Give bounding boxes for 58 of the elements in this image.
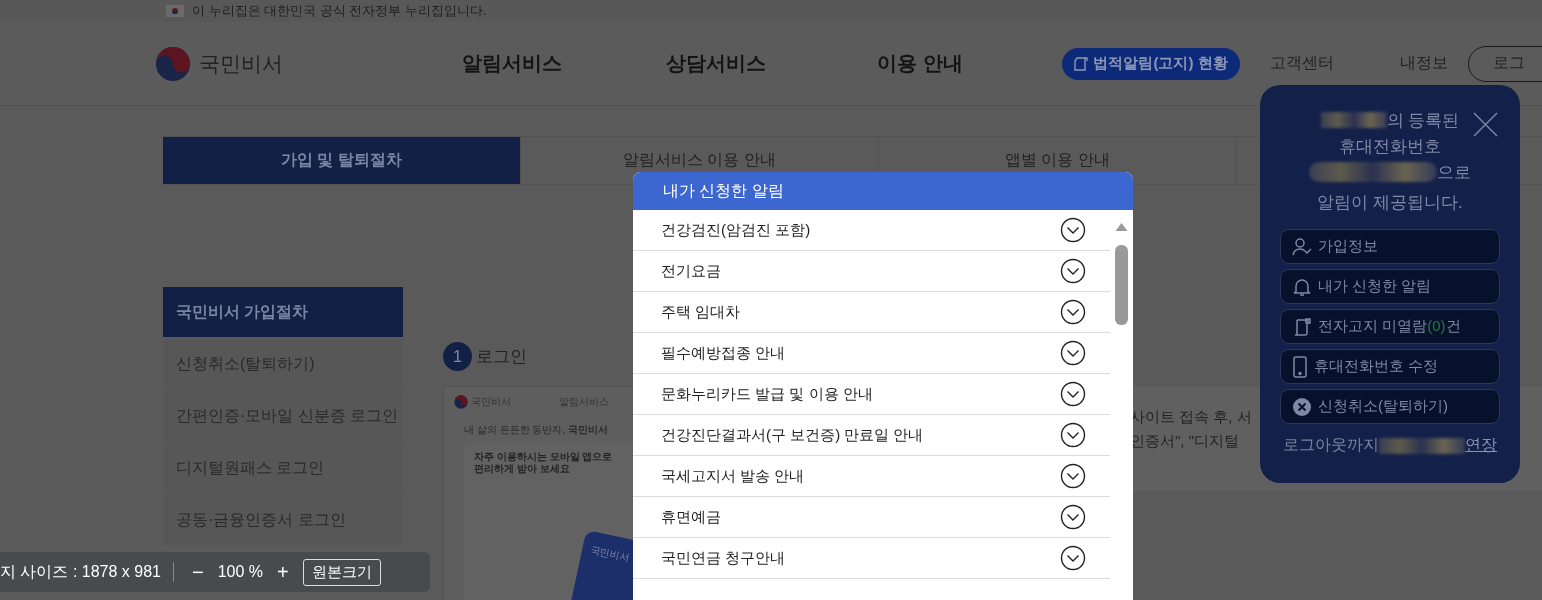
popup-message: 으로 — [1437, 161, 1471, 184]
account-menu-button[interactable]: 전자고지 미열람(0)건 — [1280, 309, 1500, 344]
flag-icon — [166, 5, 184, 17]
notification-item[interactable]: 주택 임대차 — [633, 292, 1110, 333]
chevron-down-icon[interactable] — [1060, 381, 1086, 407]
notification-item[interactable]: 국세고지서 발송 안내 — [633, 456, 1110, 497]
gov-banner-text: 이 누리집은 대한민국 공식 전자정부 누리집입니다. — [192, 2, 487, 20]
step-number: 1 — [443, 342, 472, 371]
notification-item[interactable]: 문화누리카드 발급 및 이용 안내 — [633, 374, 1110, 415]
cancel-icon — [1292, 396, 1312, 417]
body-text: 사이트 접속 후, 서 — [1130, 408, 1252, 426]
chevron-down-icon[interactable] — [1060, 545, 1086, 571]
chevron-down-icon[interactable] — [1060, 504, 1086, 530]
notification-item[interactable]: 휴면예금 — [633, 497, 1110, 538]
zoom-level: 100 % — [217, 563, 264, 581]
scroll-up-icon[interactable] — [1115, 222, 1128, 232]
zoom-in-button[interactable]: + — [271, 560, 295, 584]
account-menu-button[interactable]: 휴대전화번호 수정 — [1280, 349, 1500, 384]
phone-icon — [1292, 355, 1308, 378]
document-icon — [1292, 316, 1312, 337]
extend-link[interactable]: 연장 — [1465, 435, 1497, 456]
close-icon[interactable] — [1473, 112, 1498, 137]
notification-item[interactable]: 건강진단결과서(구 보건증) 만료일 안내 — [633, 415, 1110, 456]
legal-notice-button[interactable]: 법적알림(고지) 현황 — [1062, 47, 1240, 80]
popup-message: 알림이 제공됩니다. — [1317, 191, 1463, 214]
chevron-down-icon[interactable] — [1060, 340, 1086, 366]
logo-icon — [454, 395, 468, 409]
logout-timer-label: 로그아웃까지 — [1283, 435, 1379, 455]
notification-item[interactable]: 필수예방접종 안내 — [633, 333, 1110, 374]
notification-item[interactable]: 전기요금 — [633, 251, 1110, 292]
preview-headline: 자주 이용하시는 모바일 앱으로 — [474, 451, 613, 463]
sidebar-item[interactable]: 국민비서 가입절차 — [163, 287, 403, 337]
zoom-out-button[interactable]: − — [185, 560, 210, 584]
document-icon — [1074, 55, 1089, 72]
scrollbar-thumb[interactable] — [1115, 245, 1128, 325]
chevron-down-icon[interactable] — [1060, 258, 1086, 284]
body-text: 인증서", "디지털 — [1130, 432, 1239, 450]
chevron-down-icon[interactable] — [1060, 463, 1086, 489]
account-menu-button[interactable]: 내가 신청한 알림 — [1280, 269, 1500, 304]
chevron-down-icon[interactable] — [1060, 422, 1086, 448]
preview-headline: 편리하게 받아 보세요 — [474, 463, 570, 475]
popup-message: 휴대전화번호 — [1339, 135, 1441, 158]
original-size-button[interactable]: 원본크기 — [302, 558, 381, 586]
logo-icon — [155, 45, 191, 82]
redacted-name — [1320, 112, 1387, 128]
popup-title: 내가 신청한 알림 — [633, 172, 1133, 210]
account-menu-button[interactable]: 신청취소(탈퇴하기) — [1280, 389, 1500, 424]
image-size-label: 지 사이즈 : 1878 x 981 — [0, 561, 161, 582]
bell-icon — [1292, 276, 1312, 297]
notification-item[interactable]: 건강검진(암검진 포함) — [633, 210, 1110, 251]
person-check-icon — [1292, 236, 1312, 257]
popup-message: 의 등록된 — [1386, 109, 1460, 132]
step-title: 로그인 — [476, 346, 527, 368]
notification-item[interactable]: 국민연금 청구안내 — [633, 538, 1110, 579]
chevron-down-icon[interactable] — [1060, 217, 1086, 243]
chevron-down-icon[interactable] — [1060, 299, 1086, 325]
account-menu-button[interactable]: 가입정보 — [1280, 229, 1500, 264]
tab[interactable]: 가입 및 탈퇴절차 — [163, 137, 521, 184]
